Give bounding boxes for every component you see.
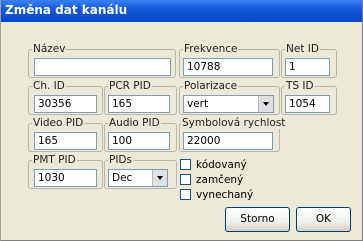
polarizace-value: vert: [187, 98, 209, 110]
symbolova-rychlost-input[interactable]: 22000: [183, 132, 273, 150]
pmt-pid-input[interactable]: 1030: [34, 169, 97, 187]
polarizace-label: Polarizace: [183, 80, 239, 92]
dialog-title: Změna dat kanálu: [5, 3, 128, 17]
audio-pid-input[interactable]: 100: [108, 132, 170, 150]
pcr-pid-label: PCR PID: [108, 80, 152, 92]
chevron-down-icon[interactable]: [152, 170, 167, 186]
net-id-label: Net ID: [285, 43, 320, 55]
nazev-label: Název: [32, 43, 67, 55]
kodovany-checkbox[interactable]: kódovaný: [180, 159, 250, 171]
polarizace-select[interactable]: vert: [183, 95, 274, 113]
checkbox-box[interactable]: [180, 189, 191, 200]
ok-button[interactable]: OK: [296, 207, 351, 232]
pids-value: Dec: [112, 172, 133, 184]
pmt-pid-label: PMT PID: [32, 154, 77, 166]
audio-pid-label: Audio PID: [108, 117, 161, 129]
frekvence-input[interactable]: 10788: [183, 58, 273, 76]
storno-button[interactable]: Storno: [225, 207, 290, 232]
symbolova-rychlost-label: Symbolová rychlost: [181, 117, 287, 129]
ch-id-label: Ch. ID: [32, 80, 66, 92]
dialog-window: Změna dat kanálu Název Frekvence 10788 N…: [0, 0, 363, 241]
zamceny-checkbox[interactable]: zamčený: [180, 174, 250, 186]
ts-id-label: TS ID: [285, 80, 315, 92]
vynechany-checkbox[interactable]: vynechaný: [180, 189, 254, 201]
pids-select[interactable]: Dec: [108, 169, 168, 187]
zamceny-label: zamčený: [196, 174, 244, 186]
pids-label: PIDs: [108, 154, 133, 166]
pcr-pid-input[interactable]: 165: [108, 95, 170, 113]
checkbox-box[interactable]: [180, 174, 191, 185]
chevron-down-icon[interactable]: [258, 96, 273, 112]
ch-id-input[interactable]: 30356: [34, 95, 97, 113]
title-bar[interactable]: Změna dat kanálu: [1, 0, 362, 22]
frekvence-label: Frekvence: [183, 43, 239, 55]
kodovany-label: kódovaný: [196, 159, 247, 171]
video-pid-input[interactable]: 165: [34, 132, 97, 150]
ts-id-input[interactable]: 1054: [285, 95, 330, 113]
vynechany-label: vynechaný: [196, 189, 254, 201]
video-pid-label: Video PID: [32, 117, 85, 129]
checkbox-box[interactable]: [180, 159, 191, 170]
net-id-input[interactable]: 1: [285, 58, 330, 76]
nazev-input[interactable]: [34, 58, 171, 76]
